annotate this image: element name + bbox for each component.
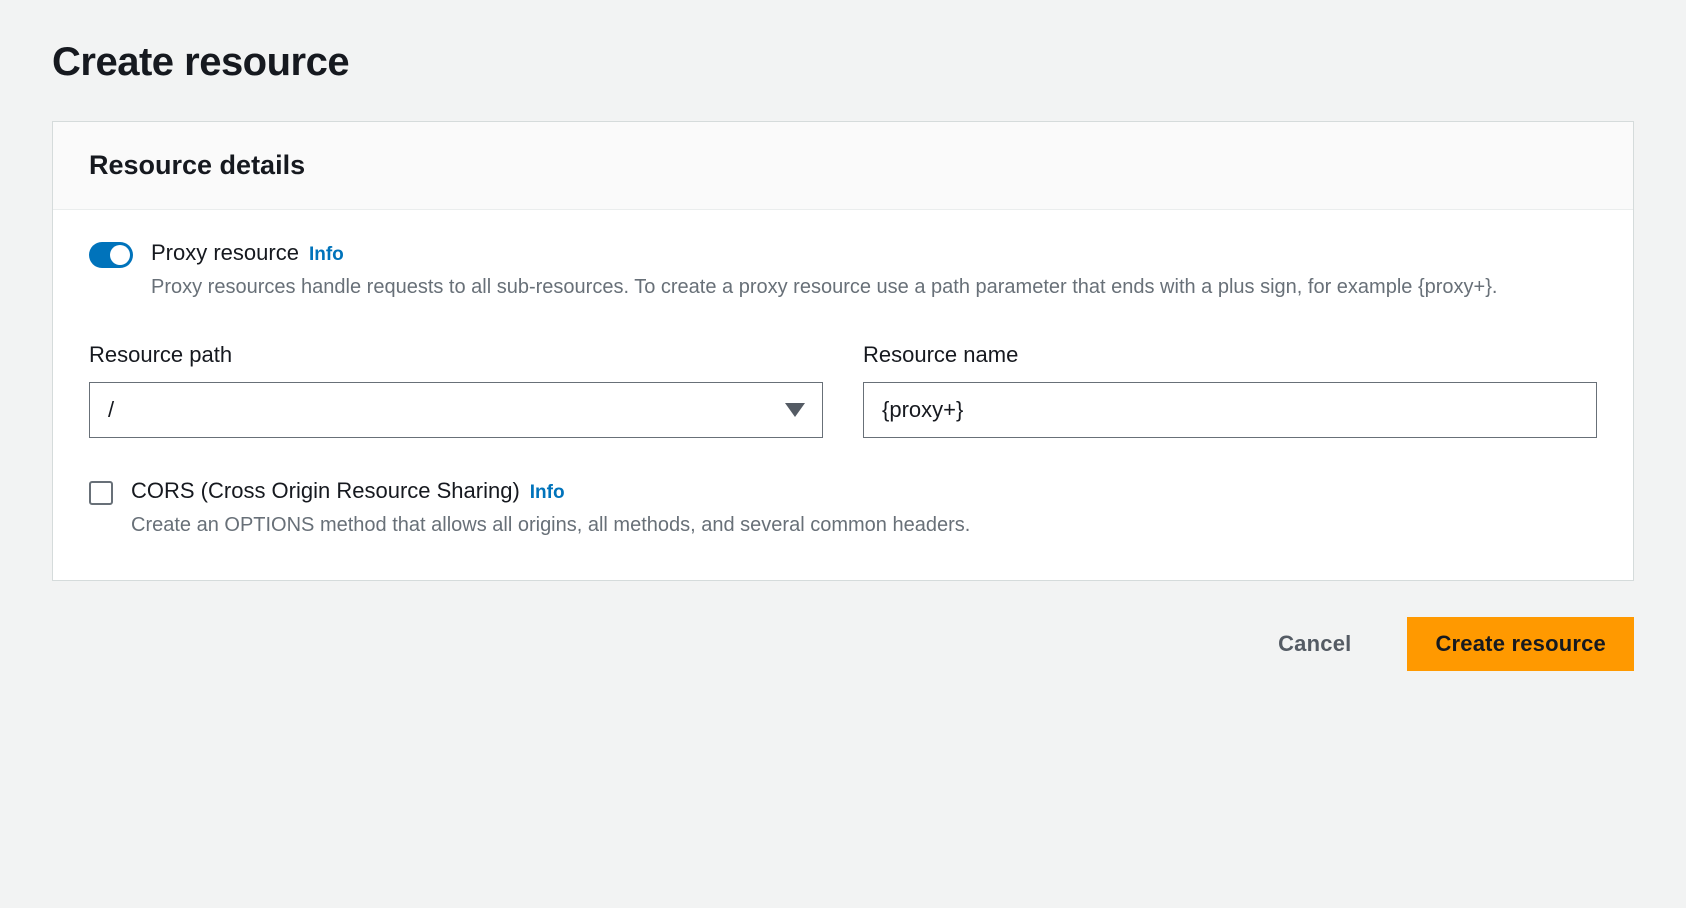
- resource-name-input[interactable]: [863, 382, 1597, 438]
- proxy-resource-toggle[interactable]: [89, 242, 133, 268]
- page-title: Create resource: [52, 40, 1634, 85]
- resource-path-select[interactable]: /: [89, 382, 823, 438]
- create-resource-button[interactable]: Create resource: [1407, 617, 1634, 671]
- cors-label: CORS (Cross Origin Resource Sharing): [131, 478, 520, 504]
- cors-info-link[interactable]: Info: [530, 482, 565, 504]
- cors-description: Create an OPTIONS method that allows all…: [131, 510, 1597, 540]
- resource-details-panel: Resource details Proxy resource Info Pro…: [52, 121, 1634, 581]
- panel-header: Resource details: [53, 122, 1633, 210]
- resource-name-label: Resource name: [863, 342, 1597, 368]
- proxy-resource-label: Proxy resource: [151, 240, 299, 266]
- resource-path-label: Resource path: [89, 342, 823, 368]
- proxy-info-link[interactable]: Info: [309, 244, 344, 266]
- panel-title: Resource details: [89, 150, 1597, 181]
- proxy-resource-description: Proxy resources handle requests to all s…: [151, 272, 1597, 302]
- cors-checkbox[interactable]: [89, 481, 113, 505]
- cancel-button[interactable]: Cancel: [1250, 617, 1379, 671]
